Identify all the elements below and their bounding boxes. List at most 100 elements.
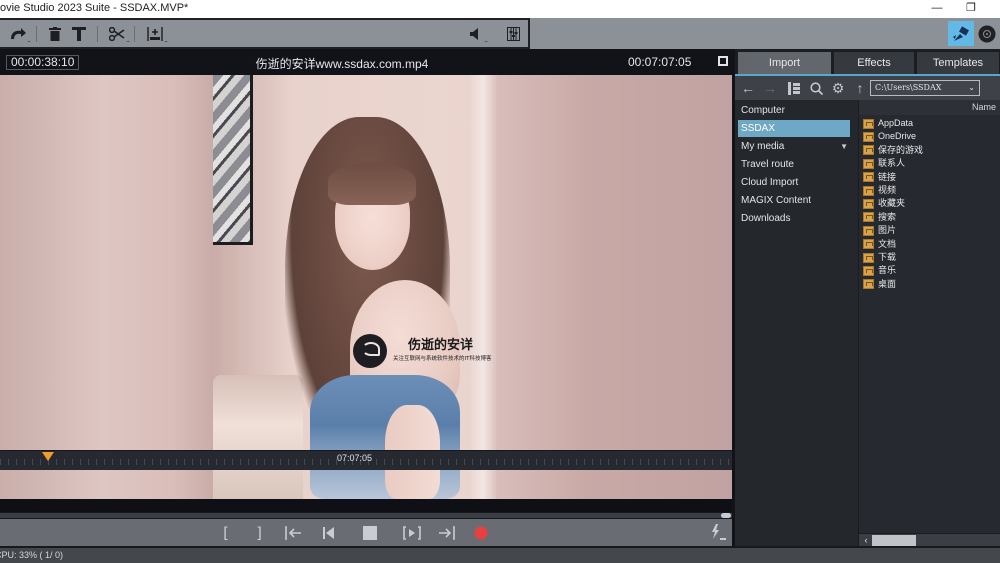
mixer-icon bbox=[506, 26, 520, 41]
redo-more-dots[interactable]: ... bbox=[27, 37, 31, 44]
file-row[interactable]: 桌面 bbox=[863, 278, 896, 291]
stop-icon bbox=[363, 525, 377, 540]
tree-item-label: MAGIX Content bbox=[741, 195, 812, 206]
volume-more-dots[interactable]: ... bbox=[484, 37, 488, 44]
tab-import[interactable]: Import bbox=[738, 52, 831, 74]
tree-item-my-media[interactable]: My media ▼ bbox=[738, 138, 850, 155]
go-to-start-icon bbox=[285, 525, 301, 540]
back-button[interactable]: ← bbox=[739, 79, 757, 97]
expand-arrow-icon[interactable]: ▼ bbox=[840, 138, 848, 155]
media-pool-panel: Import Effects Templates ← → ⚙ ↑ C:\User… bbox=[732, 49, 1000, 546]
watermark-subtitle: 关注互联网与系统软件技术的IT科技博客 bbox=[393, 356, 492, 362]
up-folder-button[interactable]: ↑ bbox=[851, 79, 869, 97]
record-icon bbox=[474, 526, 488, 539]
tree-view-button[interactable] bbox=[785, 79, 803, 97]
folder-icon bbox=[863, 172, 874, 183]
settings-button[interactable]: ⚙ bbox=[829, 79, 847, 97]
tree-item-cloud-import[interactable]: Cloud Import bbox=[738, 174, 850, 191]
panel-tabs: Import Effects Templates bbox=[735, 49, 1000, 75]
disc-icon bbox=[978, 25, 996, 42]
tree-item-travel-route[interactable]: Travel route bbox=[738, 156, 850, 173]
tree-item-magix-content[interactable]: MAGIX Content bbox=[738, 192, 850, 209]
tree-item-label: Downloads bbox=[741, 213, 791, 224]
redo-icon bbox=[11, 27, 26, 39]
go-to-start-button[interactable] bbox=[282, 522, 306, 543]
file-row[interactable]: 搜索 bbox=[863, 211, 896, 224]
file-row[interactable]: 下载 bbox=[863, 251, 896, 264]
lamp bbox=[213, 375, 303, 499]
disc-button[interactable] bbox=[974, 21, 1000, 46]
play-range-button[interactable] bbox=[400, 522, 424, 543]
horizontal-scrollbar[interactable]: ‹ bbox=[859, 533, 1000, 546]
file-name: 文档 bbox=[878, 238, 897, 249]
folder-icon bbox=[863, 131, 874, 142]
tree-item-label: Cloud Import bbox=[741, 177, 799, 188]
file-row[interactable]: 音乐 bbox=[863, 264, 896, 277]
file-row[interactable]: 保存的游戏 bbox=[863, 144, 923, 157]
record-button[interactable] bbox=[469, 522, 493, 543]
tree-item-ssdax[interactable]: SSDAX bbox=[738, 120, 850, 137]
column-header-name[interactable]: Name bbox=[859, 100, 1000, 115]
position-slider[interactable] bbox=[0, 512, 732, 519]
previous-marker-button[interactable] bbox=[317, 522, 341, 543]
tree-item-downloads[interactable]: Downloads bbox=[738, 210, 850, 227]
performance-button[interactable] bbox=[706, 522, 730, 543]
file-row[interactable]: 视频 bbox=[863, 184, 896, 197]
tab-templates[interactable]: Templates bbox=[917, 52, 999, 74]
file-list: Name AppData OneDrive 保存的游戏 联系人链接视频收藏夹 搜索 图片文… bbox=[858, 100, 1000, 546]
file-row[interactable]: 图片 bbox=[863, 224, 896, 237]
file-row[interactable]: 链接 bbox=[863, 171, 896, 184]
restore-button[interactable]: ❐ bbox=[956, 0, 986, 18]
transport-bar: [ ] bbox=[0, 519, 732, 546]
file-row[interactable]: 文档 bbox=[863, 238, 896, 251]
preview-header: 00:00:38:10 伤逝的安详www.ssdax.com.mp4 00:07… bbox=[0, 49, 732, 75]
title-text-button[interactable] bbox=[66, 21, 92, 46]
skip-back-icon bbox=[323, 526, 334, 539]
mixer-button[interactable] bbox=[500, 21, 526, 46]
timeline-ruler[interactable]: 07:07:05 bbox=[0, 450, 732, 470]
chevron-down-icon: ⌄ bbox=[968, 83, 975, 92]
window-title: ovie Studio 2023 Suite - SSDAX.MVP* bbox=[0, 2, 189, 14]
insert-more-dots[interactable]: ... bbox=[164, 37, 168, 44]
file-name: 链接 bbox=[878, 171, 897, 182]
delete-button[interactable] bbox=[42, 21, 68, 46]
toolbar-separator bbox=[36, 26, 37, 42]
tab-effects[interactable]: Effects bbox=[834, 52, 914, 74]
file-row[interactable]: 联系人 bbox=[863, 157, 905, 170]
file-name: 视频 bbox=[878, 185, 897, 195]
watermark-title: 伤逝的安详 bbox=[408, 338, 474, 353]
file-row[interactable]: OneDrive bbox=[863, 130, 916, 143]
file-row[interactable]: 收藏夹 bbox=[863, 197, 905, 210]
redo-button[interactable]: ... bbox=[5, 21, 31, 46]
scrollbar-thumb[interactable] bbox=[872, 535, 916, 546]
main-toolbar: ... ... ... ... bbox=[0, 18, 1000, 49]
scroll-left-icon[interactable]: ‹ bbox=[861, 534, 871, 546]
insert-button[interactable]: ... bbox=[142, 21, 168, 46]
cut-button[interactable]: ... bbox=[104, 21, 130, 46]
stop-button[interactable] bbox=[358, 522, 382, 543]
path-dropdown[interactable]: C:\Users\SSDAX ⌄ bbox=[870, 80, 980, 96]
smart-tools-button[interactable] bbox=[948, 21, 974, 46]
tree-item-computer[interactable]: Computer bbox=[738, 102, 850, 119]
position-slider-handle[interactable] bbox=[721, 513, 731, 518]
lightning-icon bbox=[712, 523, 726, 540]
file-row[interactable]: AppData bbox=[863, 117, 913, 130]
wall-painting bbox=[213, 75, 253, 245]
playhead-marker[interactable] bbox=[42, 452, 54, 461]
file-name: 联系人 bbox=[878, 158, 906, 169]
search-button[interactable] bbox=[807, 79, 825, 97]
mark-in-button[interactable]: [ bbox=[214, 522, 238, 543]
video-frame[interactable]: 伤逝的安详 关注互联网与系统软件技术的IT科技博客 bbox=[0, 75, 732, 499]
cut-more-dots[interactable]: ... bbox=[126, 37, 130, 44]
minimize-button[interactable]: — bbox=[922, 0, 952, 18]
volume-button[interactable]: ... bbox=[462, 21, 488, 46]
fullscreen-button[interactable] bbox=[718, 56, 728, 66]
folder-icon bbox=[863, 279, 874, 290]
file-name: AppData bbox=[878, 118, 914, 128]
forward-button[interactable]: → bbox=[761, 79, 779, 97]
file-name: 桌面 bbox=[878, 278, 897, 289]
mark-out-button[interactable]: ] bbox=[247, 522, 271, 543]
go-to-end-button[interactable] bbox=[434, 522, 458, 543]
file-name: 下载 bbox=[878, 252, 897, 262]
window-titlebar: ovie Studio 2023 Suite - SSDAX.MVP* — ❐ bbox=[0, 0, 1000, 18]
